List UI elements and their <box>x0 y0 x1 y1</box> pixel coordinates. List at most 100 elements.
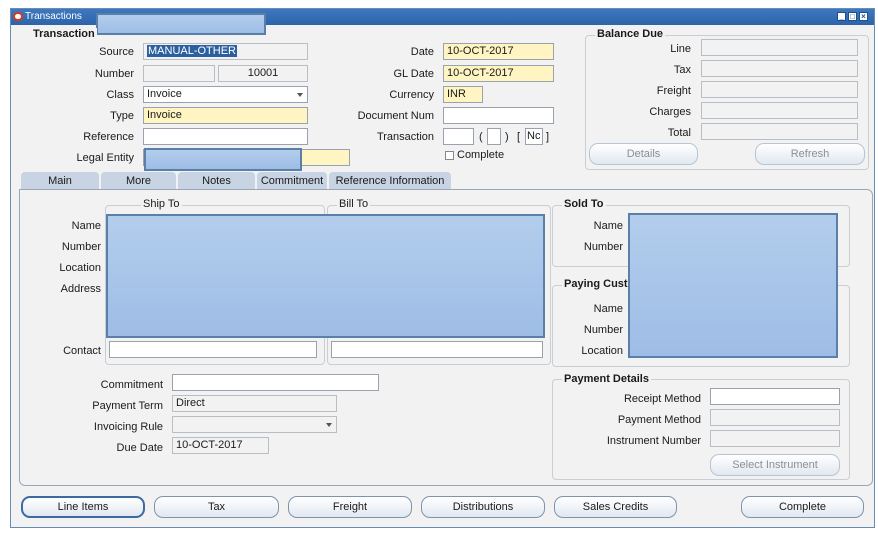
maximize-icon[interactable]: □ <box>848 12 857 21</box>
invoicing-rule-label: Invoicing Rule <box>93 421 163 433</box>
chevron-down-icon <box>297 93 303 97</box>
transaction-close-paren: ) <box>505 131 509 143</box>
transaction-section-title: Transaction <box>31 28 97 40</box>
tab-commitment[interactable]: Commitment <box>257 172 327 190</box>
date-label: Date <box>410 46 434 58</box>
document-num-field[interactable] <box>443 107 554 124</box>
complete-label: Complete <box>457 149 505 161</box>
reference-field[interactable] <box>143 128 308 145</box>
instrument-number-label: Instrument Number <box>606 435 701 447</box>
invoicing-rule-select[interactable] <box>172 416 337 433</box>
balance-freight-field <box>701 81 858 98</box>
source-value: MANUAL-OTHER <box>147 45 238 57</box>
sold-name-label: Name <box>593 220 623 232</box>
balance-charges-label: Charges <box>649 106 691 118</box>
sold-to-title: Sold To <box>562 198 606 210</box>
distributions-button[interactable]: Distributions <box>421 496 545 518</box>
redacted-customer-details <box>628 213 838 358</box>
paying-customer-title: Paying Cust <box>562 278 630 290</box>
balance-tax-field <box>701 60 858 77</box>
complete-button[interactable]: Complete <box>741 496 864 518</box>
transaction-type-field[interactable] <box>443 128 474 145</box>
number-label: Number <box>94 68 134 80</box>
tab-main[interactable]: Main <box>21 172 99 190</box>
transaction-label: Transaction <box>376 131 434 143</box>
due-date-label: Due Date <box>116 442 163 454</box>
paying-number-label: Number <box>583 324 623 336</box>
balance-total-label: Total <box>667 127 691 139</box>
balance-freight-label: Freight <box>656 85 691 97</box>
ship-contact-label: Contact <box>63 345 101 357</box>
source-label: Source <box>99 46 134 58</box>
date-field[interactable]: 10-OCT-2017 <box>443 43 554 60</box>
transaction-open-bracket: [ <box>517 131 521 143</box>
currency-label: Currency <box>389 89 434 101</box>
select-instrument-button[interactable]: Select Instrument <box>710 454 840 476</box>
payment-details-title: Payment Details <box>562 373 651 385</box>
transactions-window: Transactions _ □ × Transaction Source MA… <box>10 8 875 528</box>
source-field[interactable]: MANUAL-OTHER <box>143 43 308 60</box>
commitment-label: Commitment <box>100 379 163 391</box>
class-select[interactable]: Invoice <box>143 86 308 103</box>
transaction-open-paren: ( <box>479 131 483 143</box>
type-label: Type <box>110 110 134 122</box>
due-date-field[interactable]: 10-OCT-2017 <box>172 437 269 454</box>
window-title: Transactions <box>25 11 82 22</box>
ship-name-label: Name <box>71 220 101 232</box>
redacted-legal-entity <box>144 148 302 171</box>
legal-entity-label: Legal Entity <box>76 152 134 164</box>
payment-term-field[interactable]: Direct <box>172 395 337 412</box>
payment-method-label: Payment Method <box>617 414 701 426</box>
chevron-down-icon <box>326 423 332 427</box>
complete-checkbox[interactable] <box>445 151 454 160</box>
balance-line-field <box>701 39 858 56</box>
balance-total-field <box>701 123 858 140</box>
ship-to-title: Ship To <box>141 198 182 210</box>
close-icon[interactable]: × <box>859 12 868 21</box>
gl-date-field[interactable]: 10-OCT-2017 <box>443 65 554 82</box>
balance-line-label: Line <box>670 43 691 55</box>
number-field[interactable]: 10001 <box>218 65 308 82</box>
oracle-app-icon <box>13 12 23 21</box>
sales-credits-button[interactable]: Sales Credits <box>554 496 677 518</box>
transaction-code-field[interactable]: Nc <box>525 128 543 145</box>
details-button[interactable]: Details <box>589 143 698 165</box>
document-num-label: Document Num <box>357 110 434 122</box>
number-prefix-field[interactable] <box>143 65 215 82</box>
refresh-button[interactable]: Refresh <box>755 143 865 165</box>
type-field[interactable]: Invoice <box>143 107 308 124</box>
receipt-method-field[interactable] <box>710 388 840 405</box>
payment-term-label: Payment Term <box>92 400 163 412</box>
ship-location-label: Location <box>59 262 101 274</box>
instrument-number-field <box>710 430 840 447</box>
freight-button[interactable]: Freight <box>288 496 412 518</box>
balance-charges-field <box>701 102 858 119</box>
reference-label: Reference <box>83 131 134 143</box>
class-label: Class <box>106 89 134 101</box>
bill-contact-field[interactable] <box>331 341 543 358</box>
paying-name-label: Name <box>593 303 623 315</box>
tab-notes[interactable]: Notes <box>178 172 255 190</box>
tab-reference-information[interactable]: Reference Information <box>329 172 451 190</box>
minimize-icon[interactable]: _ <box>837 12 846 21</box>
ship-contact-field[interactable] <box>109 341 317 358</box>
balance-due-title: Balance Due <box>595 28 666 40</box>
payment-method-field <box>710 409 840 426</box>
bill-to-title: Bill To <box>337 198 371 210</box>
redacted-ship-bill-details <box>106 214 545 338</box>
currency-field[interactable]: INR <box>443 86 483 103</box>
line-items-button[interactable]: Line Items <box>21 496 145 518</box>
paying-location-label: Location <box>581 345 623 357</box>
transaction-close-bracket: ] <box>546 131 550 143</box>
balance-tax-label: Tax <box>673 64 691 76</box>
gl-date-label: GL Date <box>393 68 434 80</box>
ship-address-label: Address <box>60 283 101 295</box>
receipt-method-label: Receipt Method <box>623 393 701 405</box>
class-value: Invoice <box>147 88 182 100</box>
tab-more[interactable]: More <box>101 172 176 190</box>
sold-number-label: Number <box>583 241 623 253</box>
tax-button[interactable]: Tax <box>154 496 279 518</box>
ship-number-label: Number <box>61 241 101 253</box>
commitment-field[interactable] <box>172 374 379 391</box>
transaction-subfield[interactable] <box>487 128 501 145</box>
